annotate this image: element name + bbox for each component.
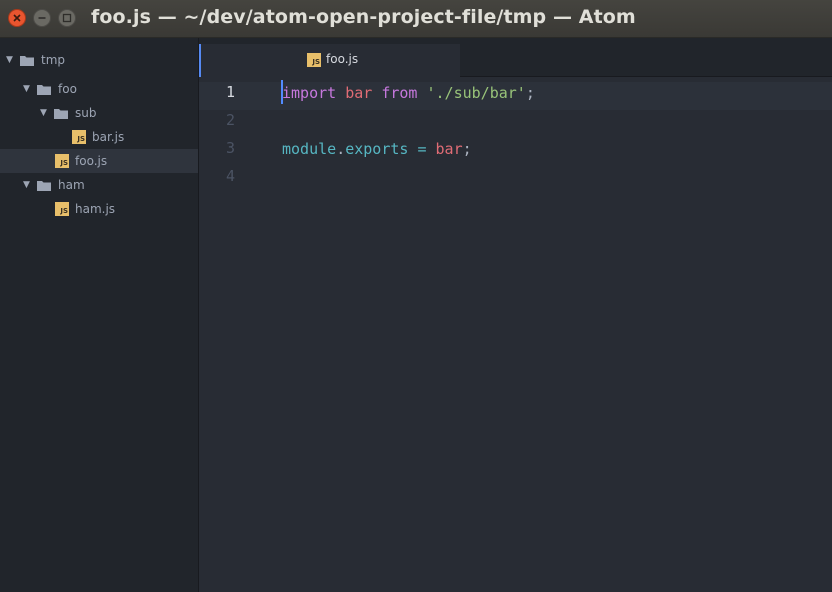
tree-file-ham-js[interactable]: JS ham.js xyxy=(0,197,198,221)
tree-item-label: bar.js xyxy=(92,130,125,144)
window-close-button[interactable] xyxy=(8,9,26,27)
tree-item-label: ham.js xyxy=(75,202,116,216)
js-file-icon: JS xyxy=(55,154,69,168)
folder-icon xyxy=(20,56,34,66)
string-literal: './sub/bar' xyxy=(426,84,526,102)
chevron-down-icon[interactable]: ▼ xyxy=(40,101,50,125)
property-exports: exports xyxy=(345,140,409,158)
window-minimize-button[interactable] xyxy=(33,9,51,27)
window-maximize-button[interactable] xyxy=(58,9,76,27)
minimize-icon xyxy=(38,17,46,19)
tree-item-label: foo.js xyxy=(75,154,108,168)
tree-root-tmp[interactable]: ▼ tmp xyxy=(0,48,198,72)
line-number: 4 xyxy=(225,167,235,185)
tree-file-foo-js[interactable]: JS foo.js xyxy=(0,149,198,173)
tree-folder-sub[interactable]: ▼ sub xyxy=(0,101,198,125)
code-line-3[interactable]: module.exports = bar; xyxy=(282,135,472,163)
line-number: 1 xyxy=(225,83,235,101)
line-number: 2 xyxy=(225,111,235,129)
line-number-gutter: 1 2 3 4 xyxy=(199,77,265,592)
identifier-bar: bar xyxy=(345,84,373,102)
folder-icon xyxy=(54,109,68,119)
chevron-down-icon[interactable]: ▼ xyxy=(23,173,33,197)
folder-icon xyxy=(37,181,51,191)
text-editor[interactable]: 1 2 3 4 import bar from './sub/bar'; mod… xyxy=(199,77,832,592)
js-file-icon: JS xyxy=(55,202,69,216)
title-bar: foo.js — ~/dev/atom-open-project-file/tm… xyxy=(0,0,832,38)
tab-label: foo.js xyxy=(326,52,359,66)
js-file-icon: JS xyxy=(307,53,321,67)
chevron-down-icon[interactable]: ▼ xyxy=(6,48,16,72)
window-title: foo.js — ~/dev/atom-open-project-file/tm… xyxy=(91,6,636,28)
tab-foo-js[interactable]: JS foo.js xyxy=(199,44,460,77)
folder-icon xyxy=(37,85,51,95)
tree-item-label: foo xyxy=(58,82,77,96)
tree-item-label: sub xyxy=(75,106,97,120)
tree-item-label: tmp xyxy=(41,53,66,67)
identifier-bar: bar xyxy=(435,140,463,158)
tree-item-label: ham xyxy=(58,178,85,192)
identifier-module: module xyxy=(282,140,337,158)
dot-operator: . xyxy=(336,140,346,158)
semicolon: ; xyxy=(525,84,535,102)
tree-folder-ham[interactable]: ▼ ham xyxy=(0,173,198,197)
keyword-from: from xyxy=(381,84,418,102)
maximize-icon xyxy=(62,13,72,23)
tree-folder-foo[interactable]: ▼ foo xyxy=(0,77,198,101)
tab-bar: JS foo.js xyxy=(199,38,832,77)
chevron-down-icon[interactable]: ▼ xyxy=(23,77,33,101)
semicolon: ; xyxy=(462,140,472,158)
code-line-1[interactable]: import bar from './sub/bar'; xyxy=(282,79,535,107)
js-file-icon: JS xyxy=(72,130,86,144)
keyword-import: import xyxy=(282,84,337,102)
tree-file-bar-js[interactable]: JS bar.js xyxy=(0,125,198,149)
close-icon xyxy=(13,14,21,22)
tree-view: ▼ tmp ▼ foo ▼ sub JS bar.js JS foo.js ▼ … xyxy=(0,38,199,592)
assign-operator: = xyxy=(408,140,436,158)
line-number: 3 xyxy=(225,139,235,157)
